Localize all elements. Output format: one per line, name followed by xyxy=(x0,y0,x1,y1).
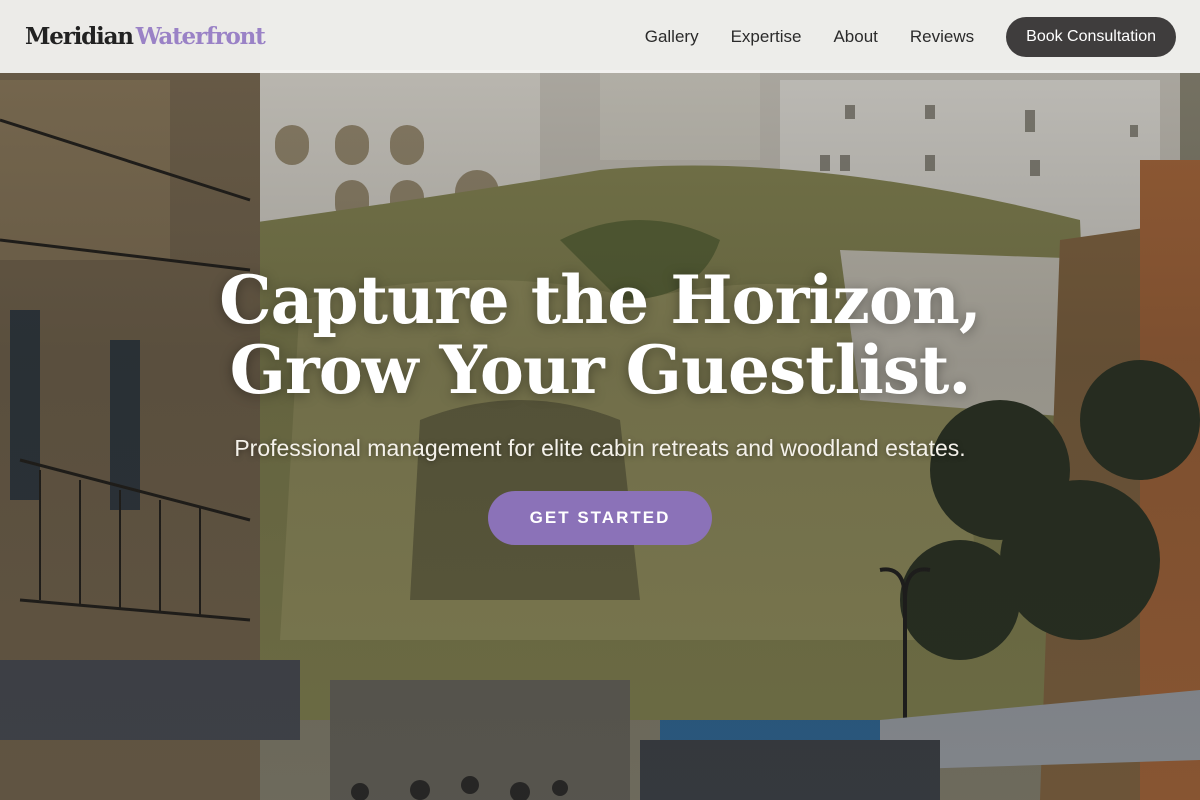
hero-title-line1: Capture the Horizon, xyxy=(219,261,982,339)
brand-name-part2: Waterfront xyxy=(135,23,266,50)
hero-title: Capture the Horizon, Grow Your Guestlist… xyxy=(219,261,982,409)
nav-link-gallery[interactable]: Gallery xyxy=(645,27,699,47)
top-navbar: Meridian Waterfront Gallery Expertise Ab… xyxy=(0,0,1200,73)
book-consultation-button[interactable]: Book Consultation xyxy=(1006,16,1176,57)
hero-subtitle: Professional management for elite cabin … xyxy=(234,435,966,461)
hero-title-line2: Grow Your Guestlist. xyxy=(229,331,972,409)
nav-link-reviews[interactable]: Reviews xyxy=(910,27,974,47)
get-started-button[interactable]: GET STARTED xyxy=(488,491,712,545)
brand-logo[interactable]: Meridian Waterfront xyxy=(25,23,266,50)
hero-section: Capture the Horizon, Grow Your Guestlist… xyxy=(0,265,1200,545)
brand-name-part1: Meridian xyxy=(25,23,134,50)
nav-link-about[interactable]: About xyxy=(833,27,877,47)
nav-links: Gallery Expertise About Reviews Book Con… xyxy=(645,16,1176,57)
nav-link-expertise[interactable]: Expertise xyxy=(731,27,802,47)
